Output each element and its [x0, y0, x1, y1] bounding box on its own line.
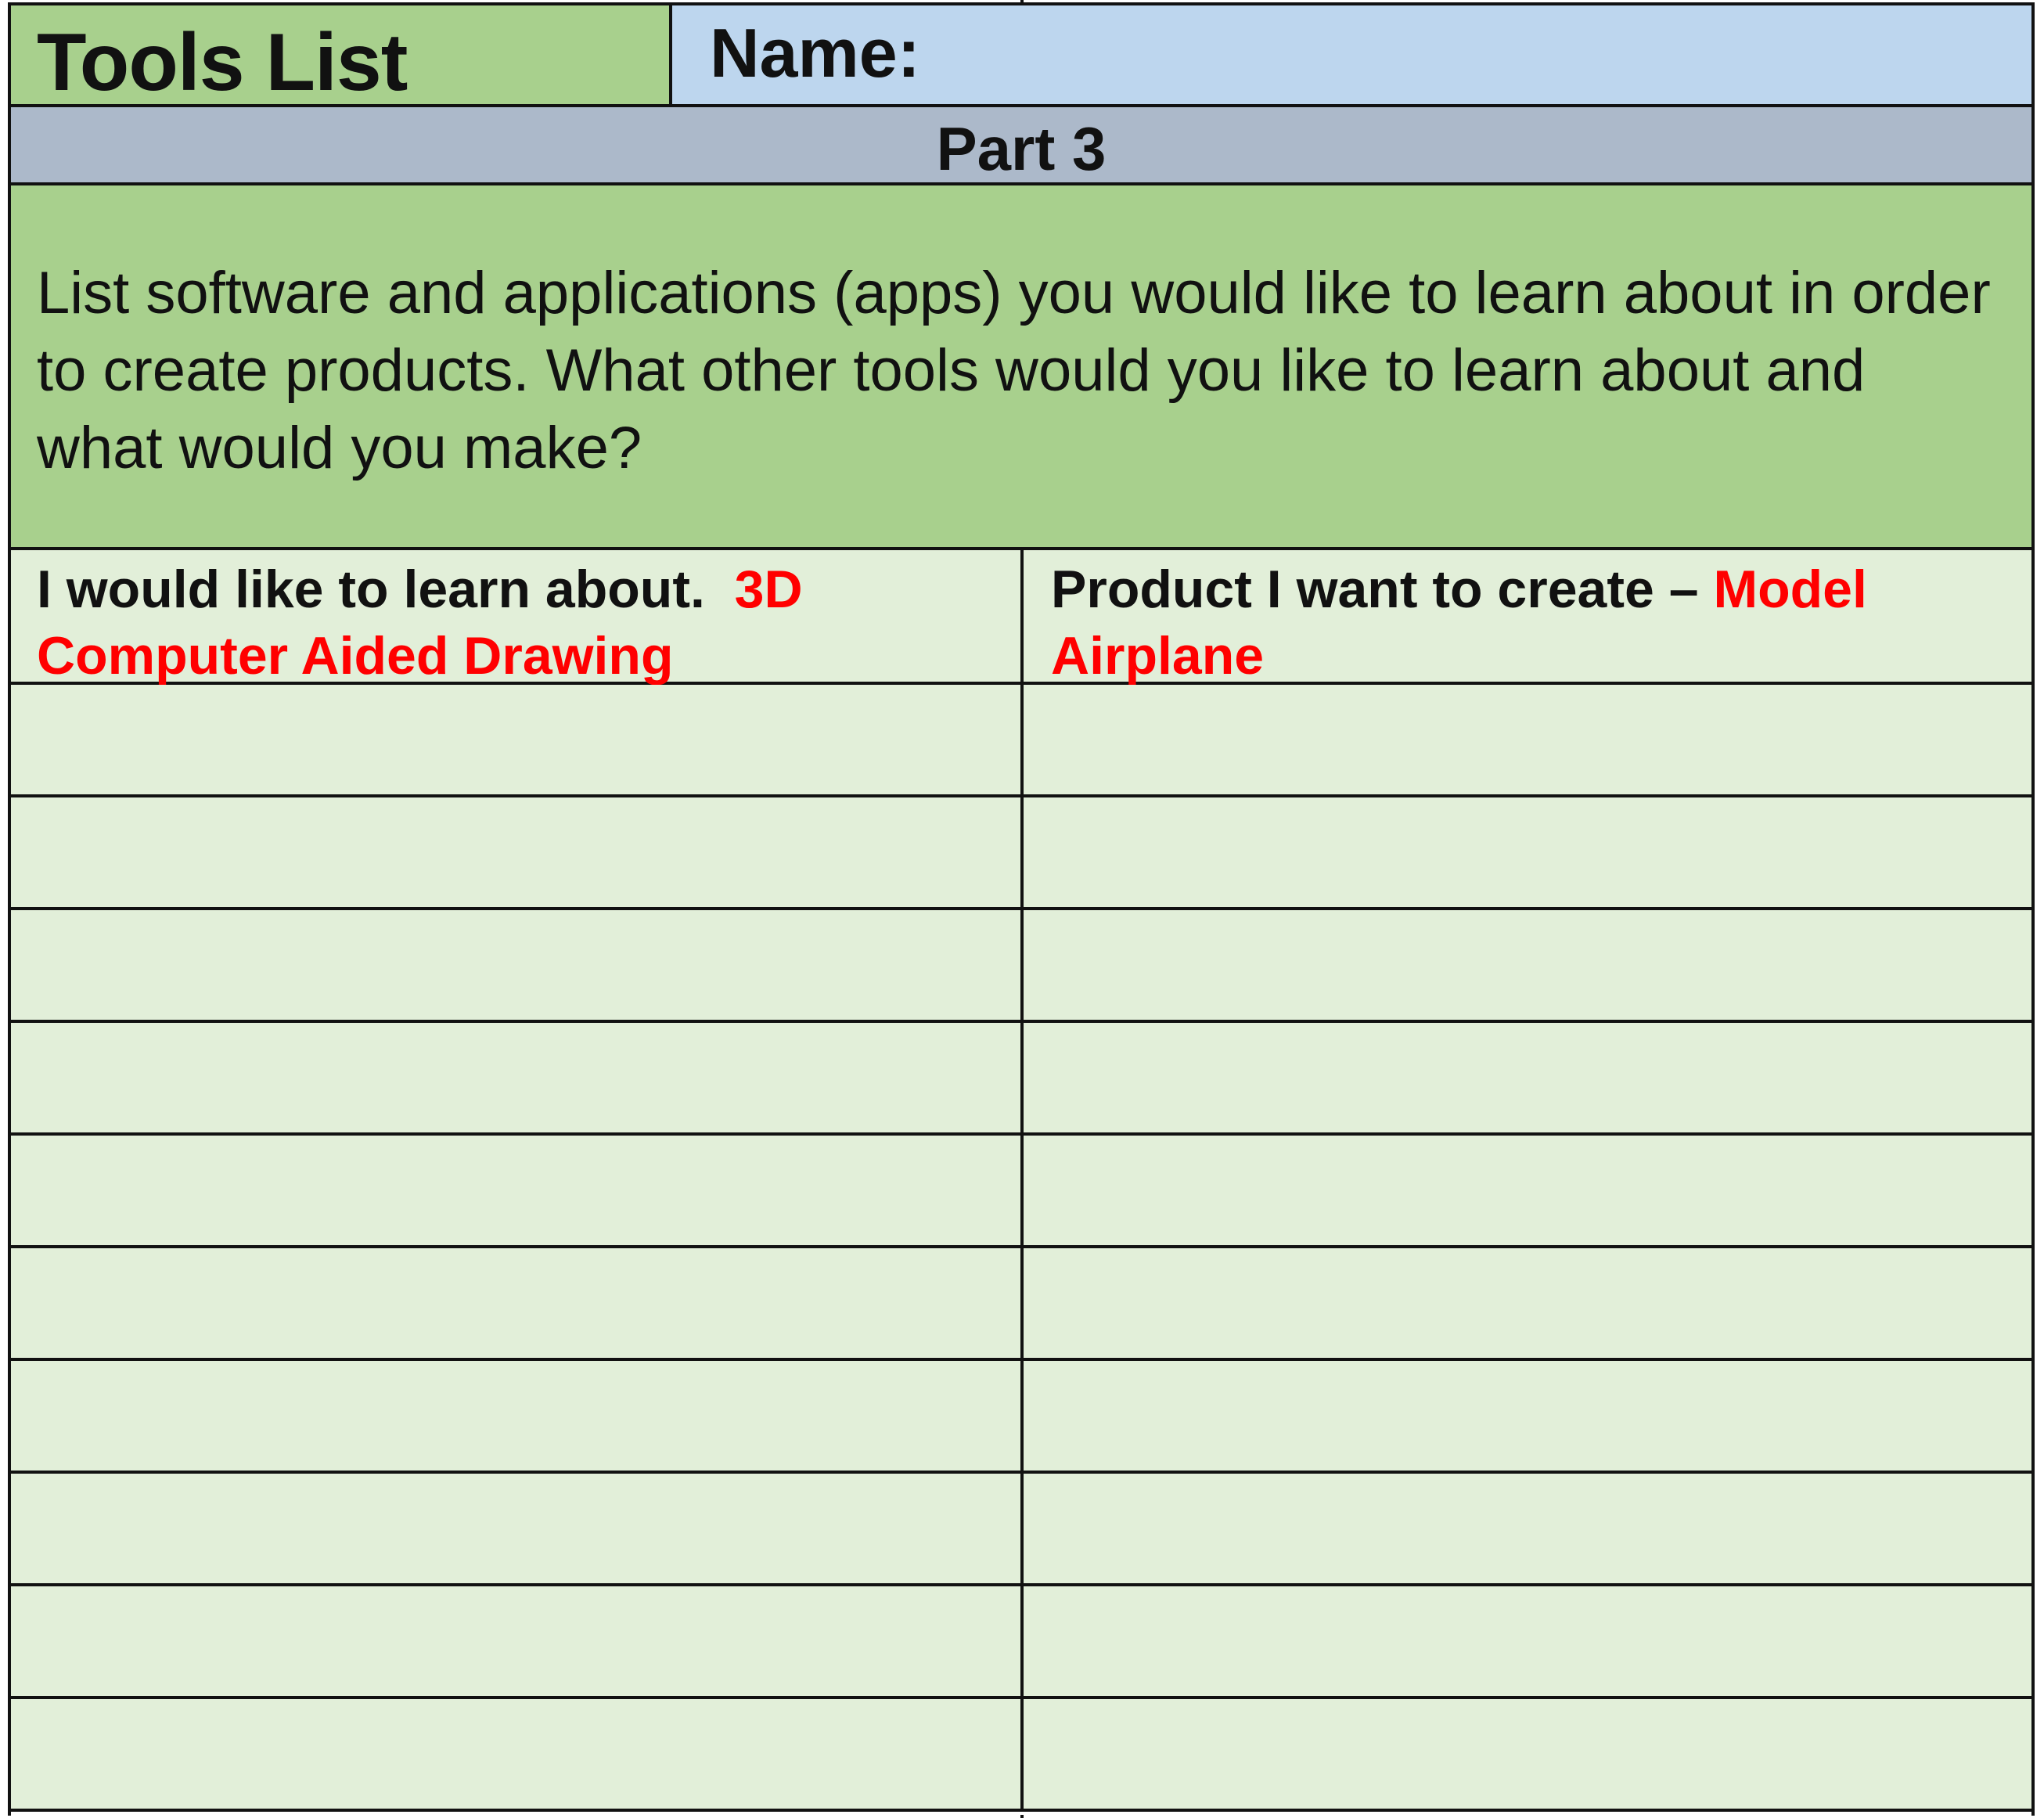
table-row — [11, 1586, 2031, 1699]
table-row — [11, 1136, 2031, 1248]
product-entry-cell[interactable] — [1024, 1361, 2031, 1471]
learn-entry-cell[interactable] — [11, 1474, 1024, 1583]
product-column-label: Product I want to create – — [1051, 560, 1699, 619]
product-entry-cell[interactable] — [1024, 685, 2031, 794]
product-entry-cell[interactable] — [1024, 1136, 2031, 1245]
learn-entry-cell[interactable] — [11, 1136, 1024, 1245]
table-row — [11, 797, 2031, 910]
product-entry-cell[interactable] — [1024, 1023, 2031, 1132]
learn-column-header: I would like to learn about. 3D Computer… — [11, 550, 1024, 686]
table-header-row: I would like to learn about. 3D Computer… — [11, 550, 2031, 686]
product-entry-cell[interactable] — [1024, 910, 2031, 1020]
table-row — [11, 1023, 2031, 1136]
table-row — [11, 1361, 2031, 1474]
table-row — [11, 1248, 2031, 1361]
worksheet-title: Tools List — [37, 17, 408, 108]
name-field[interactable]: Name: — [672, 5, 2031, 104]
learn-entry-cell[interactable] — [11, 1699, 1024, 1809]
learn-entry-cell[interactable] — [11, 1248, 1024, 1358]
tools-list-worksheet: Tools List Name: Part 3 List software an… — [8, 2, 2035, 1818]
learn-entry-cell[interactable] — [11, 1023, 1024, 1132]
table-row — [11, 1474, 2031, 1586]
product-entry-cell[interactable] — [1024, 1699, 2031, 1809]
product-entry-cell[interactable] — [1024, 1248, 2031, 1358]
learn-entry-cell[interactable] — [11, 1586, 1024, 1696]
section-label: Part 3 — [936, 114, 1107, 183]
table-row — [11, 910, 2031, 1023]
learn-column-label: I would like to learn about. — [37, 560, 705, 619]
title-cell: Tools List — [11, 5, 672, 108]
table-row — [11, 1699, 2031, 1812]
learn-entry-cell[interactable] — [11, 685, 1024, 794]
instructions-text: List software and applications (apps) yo… — [37, 260, 1991, 481]
worksheet-header: Tools List Name: — [11, 2, 2031, 108]
product-column-header: Product I want to create – Model Airplan… — [1024, 550, 2031, 686]
product-entry-cell[interactable] — [1024, 1474, 2031, 1583]
section-banner: Part 3 — [11, 107, 2031, 185]
table-row — [11, 685, 2031, 797]
instructions-box: List software and applications (apps) yo… — [11, 185, 2031, 550]
learn-entry-cell[interactable] — [11, 797, 1024, 907]
name-label: Name: — [710, 14, 920, 92]
learn-entry-cell[interactable] — [11, 910, 1024, 1020]
product-entry-cell[interactable] — [1024, 797, 2031, 907]
learn-entry-cell[interactable] — [11, 1361, 1024, 1471]
product-entry-cell[interactable] — [1024, 1586, 2031, 1696]
